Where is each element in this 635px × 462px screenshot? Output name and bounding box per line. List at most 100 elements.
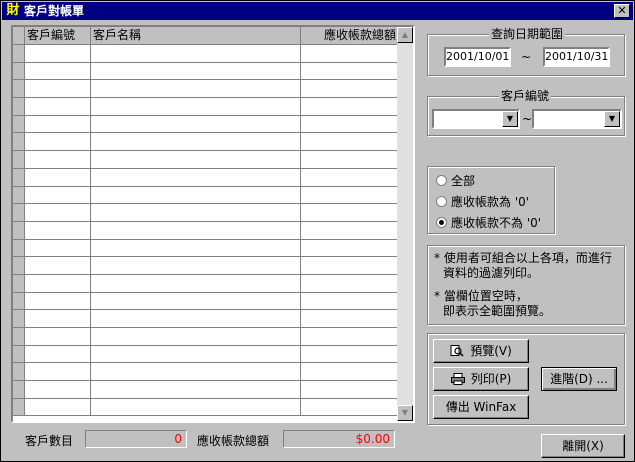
radio-button-selected[interactable] — [436, 217, 447, 228]
table-cell[interactable] — [301, 363, 399, 382]
table-cell[interactable] — [25, 221, 91, 240]
table-row[interactable] — [13, 398, 399, 417]
table-cell[interactable] — [25, 239, 91, 258]
date-from-field[interactable]: 2001/10/01 — [444, 47, 511, 67]
table-row[interactable] — [13, 186, 399, 205]
print-button[interactable]: 列印(P) — [433, 367, 529, 391]
table-cell[interactable] — [91, 310, 301, 328]
table-row[interactable] — [13, 133, 399, 152]
customer-grid[interactable]: 客戶編號 客戶名稱 應收帳款總額 ▲ ▼ — [11, 25, 415, 423]
table-cell[interactable] — [25, 381, 91, 399]
customer-from-combo[interactable]: ▼ — [432, 109, 520, 129]
table-cell[interactable] — [301, 345, 399, 364]
table-cell[interactable] — [301, 221, 399, 240]
table-row[interactable] — [13, 363, 399, 382]
table-cell[interactable] — [25, 98, 91, 116]
table-row[interactable] — [13, 239, 399, 258]
row-selector[interactable] — [13, 98, 25, 116]
row-selector[interactable] — [13, 363, 25, 382]
table-cell[interactable] — [25, 310, 91, 328]
table-cell[interactable] — [25, 274, 91, 293]
table-cell[interactable] — [91, 381, 301, 399]
radio-button[interactable] — [436, 175, 447, 186]
table-cell[interactable] — [91, 204, 301, 222]
table-cell[interactable] — [91, 62, 301, 81]
table-cell[interactable] — [91, 221, 301, 240]
table-cell[interactable] — [91, 45, 301, 63]
customer-to-combo[interactable]: ▼ — [532, 109, 622, 129]
chevron-down-icon[interactable]: ▼ — [502, 111, 518, 127]
table-cell[interactable] — [91, 345, 301, 364]
row-selector[interactable] — [13, 115, 25, 134]
table-cell[interactable] — [91, 328, 301, 346]
filter-option-zero[interactable]: 應收帳款為 '0' — [436, 193, 529, 210]
table-cell[interactable] — [25, 328, 91, 346]
row-selector[interactable] — [13, 398, 25, 417]
date-to-field[interactable]: 2001/10/31 — [543, 47, 610, 67]
row-selector[interactable] — [13, 239, 25, 258]
table-cell[interactable] — [91, 133, 301, 152]
table-row[interactable] — [13, 45, 399, 63]
table-cell[interactable] — [25, 62, 91, 81]
row-selector[interactable] — [13, 328, 25, 346]
table-row[interactable] — [13, 292, 399, 311]
row-selector[interactable] — [13, 133, 25, 152]
table-cell[interactable] — [301, 257, 399, 275]
column-header-customer-name[interactable]: 客戶名稱 — [91, 27, 301, 45]
table-cell[interactable] — [25, 45, 91, 63]
table-cell[interactable] — [301, 310, 399, 328]
row-selector[interactable] — [13, 151, 25, 169]
table-row[interactable] — [13, 168, 399, 187]
row-selector[interactable] — [13, 292, 25, 311]
row-selector[interactable] — [13, 204, 25, 222]
row-selector[interactable] — [13, 221, 25, 240]
winfax-button[interactable]: 傳出 WinFax — [433, 395, 529, 419]
table-cell[interactable] — [301, 239, 399, 258]
table-row[interactable] — [13, 115, 399, 134]
table-cell[interactable] — [25, 133, 91, 152]
table-cell[interactable] — [25, 363, 91, 382]
table-cell[interactable] — [25, 257, 91, 275]
table-cell[interactable] — [91, 80, 301, 99]
radio-button[interactable] — [436, 196, 447, 207]
table-cell[interactable] — [91, 239, 301, 258]
row-selector[interactable] — [13, 310, 25, 328]
table-row[interactable] — [13, 328, 399, 346]
table-cell[interactable] — [91, 151, 301, 169]
table-cell[interactable] — [91, 168, 301, 187]
table-cell[interactable] — [25, 80, 91, 99]
preview-button[interactable]: 預覽(V) — [433, 339, 529, 363]
table-cell[interactable] — [301, 204, 399, 222]
table-cell[interactable] — [301, 98, 399, 116]
table-cell[interactable] — [301, 80, 399, 99]
table-row[interactable] — [13, 221, 399, 240]
table-cell[interactable] — [301, 398, 399, 417]
filter-option-nonzero[interactable]: 應收帳款不為 '0' — [436, 214, 541, 231]
scroll-down-icon[interactable]: ▼ — [397, 405, 413, 421]
table-cell[interactable] — [301, 328, 399, 346]
table-cell[interactable] — [301, 186, 399, 205]
table-cell[interactable] — [91, 257, 301, 275]
column-header-receivable-total[interactable]: 應收帳款總額 — [301, 27, 399, 45]
table-cell[interactable] — [91, 115, 301, 134]
table-cell[interactable] — [25, 345, 91, 364]
chevron-down-icon[interactable]: ▼ — [604, 111, 620, 127]
advanced-button[interactable]: 進階(D) ... — [541, 367, 617, 391]
table-cell[interactable] — [91, 186, 301, 205]
table-cell[interactable] — [301, 115, 399, 134]
table-cell[interactable] — [25, 204, 91, 222]
table-cell[interactable] — [91, 98, 301, 116]
table-cell[interactable] — [91, 363, 301, 382]
table-cell[interactable] — [25, 186, 91, 205]
row-selector[interactable] — [13, 80, 25, 99]
table-cell[interactable] — [91, 274, 301, 293]
table-cell[interactable] — [301, 62, 399, 81]
table-row[interactable] — [13, 274, 399, 293]
table-row[interactable] — [13, 151, 399, 169]
table-row[interactable] — [13, 381, 399, 399]
close-icon[interactable]: ✕ — [614, 4, 630, 18]
table-cell[interactable] — [301, 151, 399, 169]
table-row[interactable] — [13, 98, 399, 116]
table-row[interactable] — [13, 80, 399, 99]
table-cell[interactable] — [301, 45, 399, 63]
